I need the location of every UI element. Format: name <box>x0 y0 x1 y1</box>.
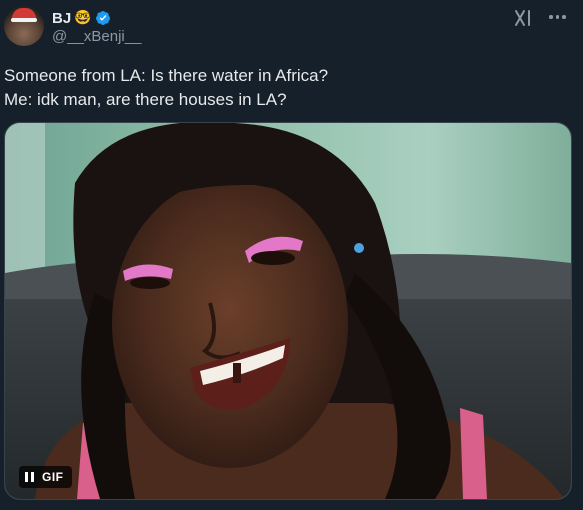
nerd-face-emoji: 🤓 <box>74 10 92 26</box>
author-name-row[interactable]: BJ 🤓 <box>52 9 111 27</box>
author-handle[interactable]: @__xBenji__ <box>52 28 141 45</box>
tweet-gif-media[interactable]: GIF <box>4 122 572 500</box>
grok-icon[interactable] <box>513 8 535 28</box>
gif-label: GIF <box>42 470 64 484</box>
tweet-text: Someone from LA: Is there water in Afric… <box>4 64 574 112</box>
gif-badge[interactable]: GIF <box>19 466 72 488</box>
author-display-name[interactable]: BJ <box>52 10 71 27</box>
more-options-icon[interactable] <box>549 14 567 20</box>
avatar[interactable] <box>4 6 44 46</box>
pause-icon[interactable] <box>25 472 34 482</box>
tweet-header: BJ 🤓 @__xBenji__ <box>4 6 579 50</box>
tweet-text-line-1: Someone from LA: Is there water in Afric… <box>4 66 329 85</box>
tweet-text-line-2: Me: idk man, are there houses in LA? <box>4 90 287 109</box>
tweet-card[interactable]: BJ 🤓 @__xBenji__ Someone from LA: Is the… <box>0 0 583 510</box>
santa-hat-trim <box>11 18 37 22</box>
gif-frame-image <box>5 123 571 499</box>
verified-badge-icon <box>95 11 110 25</box>
